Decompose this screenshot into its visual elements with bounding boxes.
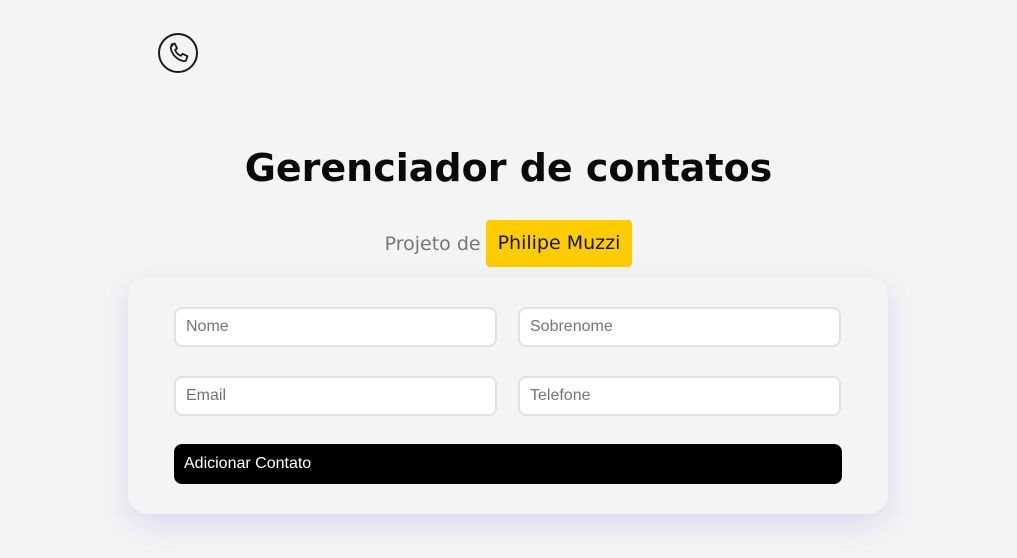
email-input[interactable]	[174, 376, 497, 416]
project-credit: Projeto de Philipe Muzzi	[0, 220, 1017, 267]
add-contact-button[interactable]: Adicionar Contato	[174, 444, 842, 484]
contact-form: Adicionar Contato	[128, 277, 888, 514]
author-badge: Philipe Muzzi	[485, 220, 633, 267]
phone-icon	[157, 32, 199, 74]
phone-input[interactable]	[518, 376, 841, 416]
credit-prefix: Projeto de	[384, 232, 481, 255]
last-name-input[interactable]	[518, 307, 841, 347]
first-name-input[interactable]	[174, 307, 497, 347]
page-title: Gerenciador de contatos	[244, 146, 773, 190]
